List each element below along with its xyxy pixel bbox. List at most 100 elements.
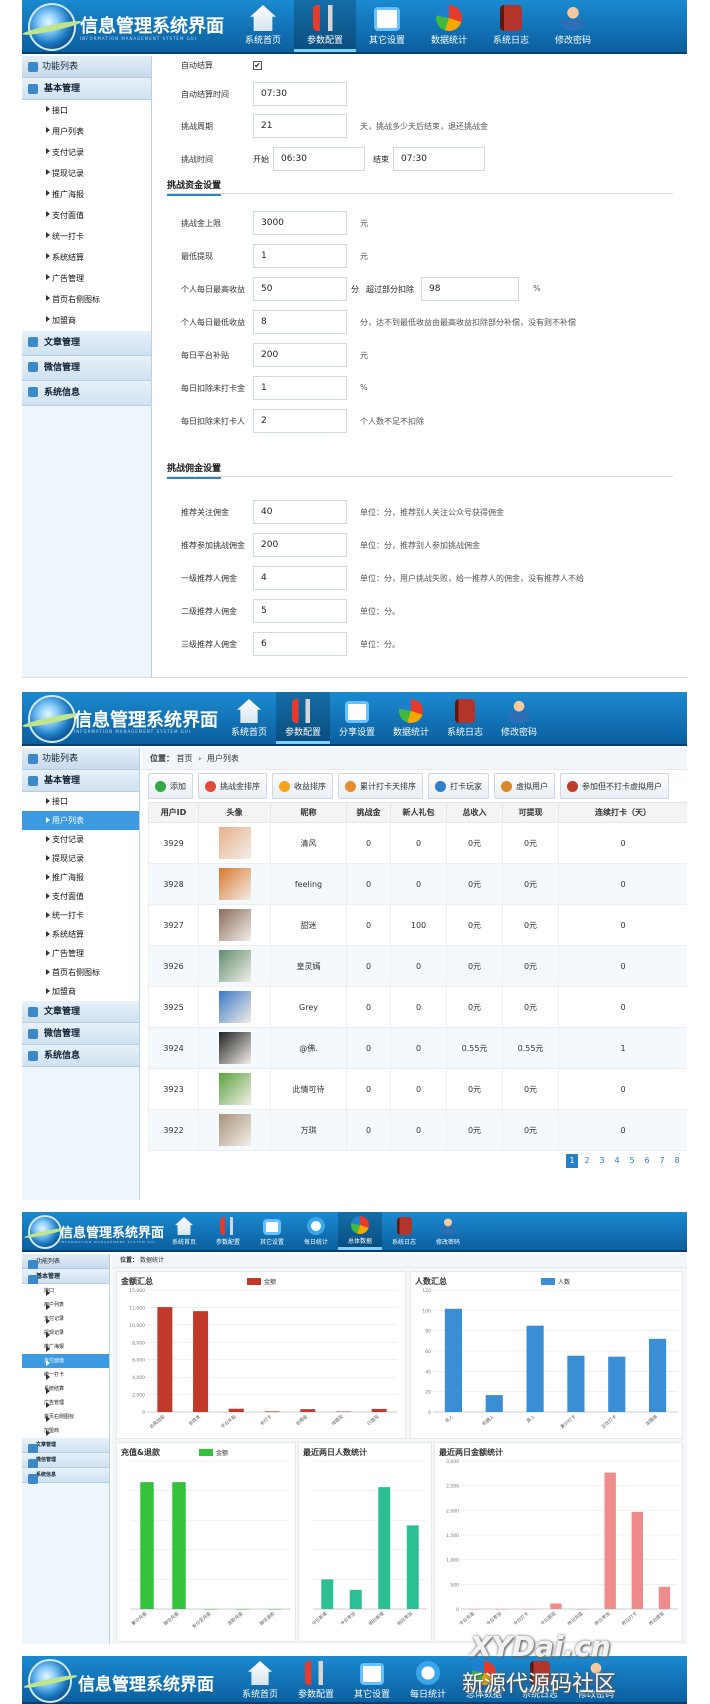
sidebar-item[interactable]: 统一打卡	[22, 226, 151, 247]
virtual-no-clock-button[interactable]: 参加但不打卡虚拟用户	[560, 773, 669, 799]
sidebar-item[interactable]: 支付记录	[22, 830, 139, 849]
avatar-image[interactable]	[218, 1114, 251, 1146]
avatar-image[interactable]	[218, 909, 251, 941]
limit-input[interactable]	[253, 211, 347, 235]
avatar-image[interactable]	[218, 868, 251, 900]
cycle-input[interactable]	[253, 114, 347, 138]
avatar-image[interactable]	[218, 991, 251, 1023]
nav-password[interactable]: 修改密码	[542, 0, 604, 52]
breadcrumb-home[interactable]: 首页	[177, 754, 193, 763]
max-daily-input[interactable]	[253, 277, 347, 301]
page-link[interactable]: 3	[596, 1154, 608, 1168]
sidebar-item[interactable]: 接口	[22, 792, 139, 811]
nav-params[interactable]: 参数配置	[206, 1212, 250, 1250]
table-row[interactable]: 3923 此情可待 0 0 0元 0元 0	[148, 1068, 687, 1110]
col-user-id[interactable]: 用户ID	[148, 802, 199, 823]
end-time-input[interactable]	[393, 147, 485, 171]
sidebar-item[interactable]: 系统结算	[22, 247, 151, 268]
sidebar-item[interactable]: 接口	[22, 1284, 109, 1298]
sidebar-item[interactable]: 首页右侧图标	[22, 289, 151, 310]
commission2-input[interactable]	[253, 533, 347, 557]
sidebar-section-articles[interactable]: 文章管理	[22, 1438, 109, 1454]
auto-settle-checkbox[interactable]: ✔	[253, 61, 262, 70]
sidebar-item[interactable]: 统一打卡	[22, 906, 139, 925]
nav-daily-stats[interactable]: 每日统计	[294, 1212, 338, 1250]
virtual-users-button[interactable]: 虚拟用户	[494, 773, 555, 799]
sidebar-item[interactable]: 加盟商	[22, 310, 151, 331]
sidebar-item[interactable]: 推广海报	[22, 868, 139, 887]
sidebar-section-sysinfo[interactable]: 系统信息	[22, 1045, 139, 1067]
nav-home[interactable]: 系统首页	[222, 692, 276, 744]
nav-stats[interactable]: 数据统计	[418, 0, 480, 52]
commission5-input[interactable]	[253, 632, 347, 656]
sort-income-button[interactable]: 收益排序	[272, 773, 333, 799]
subsidy-input[interactable]	[253, 343, 347, 367]
sidebar-item[interactable]: 系统结算	[22, 1382, 109, 1396]
clock-in-players-button[interactable]: 打卡玩家	[428, 773, 489, 799]
nav-home[interactable]: 系统首页	[162, 1212, 206, 1250]
sort-fund-button[interactable]: 挑战金排序	[198, 773, 267, 799]
nav-params[interactable]: 参数配置	[276, 692, 330, 744]
col-fund[interactable]: 挑战金	[346, 802, 391, 823]
sidebar-item[interactable]: 广告管理	[22, 944, 139, 963]
commission4-input[interactable]	[253, 599, 347, 623]
sidebar-item[interactable]: 广告管理	[22, 268, 151, 289]
nav-stats[interactable]: 数据统计	[384, 692, 438, 744]
deduct-input[interactable]	[253, 376, 347, 400]
page-link[interactable]: 4	[611, 1154, 623, 1168]
avatar-image[interactable]	[218, 1073, 251, 1105]
sidebar-section-wechat[interactable]: 微信管理	[22, 1453, 109, 1469]
min-withdraw-input[interactable]	[253, 244, 347, 268]
page-link[interactable]: 1	[566, 1154, 578, 1168]
nav-other[interactable]: 其它设置	[356, 0, 418, 52]
nav-other[interactable]: 其它设置	[344, 1656, 400, 1702]
sidebar-item[interactable]: 用户列表	[22, 1298, 109, 1312]
page-link[interactable]: 6	[641, 1154, 653, 1168]
sidebar-item[interactable]: 加盟商	[22, 1424, 109, 1438]
page-link[interactable]: 5	[626, 1154, 638, 1168]
sidebar-item[interactable]: 提现记录	[22, 163, 151, 184]
sort-days-button[interactable]: 累计打卡天排序	[338, 773, 423, 799]
sidebar-item[interactable]: 统一打卡	[22, 1368, 109, 1382]
nav-overall[interactable]: 总体数据	[338, 1212, 382, 1250]
col-income[interactable]: 总收入	[446, 802, 503, 823]
nav-password[interactable]: 修改密码	[426, 1212, 470, 1250]
over-deduct-input[interactable]	[421, 277, 519, 301]
start-time-input[interactable]	[273, 147, 365, 171]
table-row[interactable]: 3928 feeling 0 0 0元 0元 0	[148, 863, 687, 905]
commission1-input[interactable]	[253, 500, 347, 524]
commission3-input[interactable]	[253, 566, 347, 590]
sidebar-section-articles[interactable]: 文章管理	[22, 331, 151, 356]
auto-time-input[interactable]	[253, 82, 347, 106]
nav-share[interactable]: 分享设置	[330, 692, 384, 744]
table-row[interactable]: 3929 清风 0 0 0元 0元 0	[148, 822, 687, 864]
avatar-image[interactable]	[218, 827, 251, 859]
nav-log[interactable]: 系统日志	[438, 692, 492, 744]
table-row[interactable]: 3922 万琪 0 0 0元 0元 0	[148, 1109, 687, 1151]
sidebar-item[interactable]: 提现记录	[22, 849, 139, 868]
sidebar-item[interactable]: 系统结算	[22, 925, 139, 944]
page-link[interactable]: 8	[671, 1154, 683, 1168]
sidebar-item[interactable]: 用户列表	[22, 121, 151, 142]
nav-password[interactable]: 修改密码	[492, 692, 546, 744]
deduct-people-input[interactable]	[253, 409, 347, 433]
col-days[interactable]: 连续打卡（天）	[558, 802, 687, 823]
sidebar-section-wechat[interactable]: 微信管理	[22, 356, 151, 381]
sidebar-item[interactable]: 接口	[22, 100, 151, 121]
sidebar-item[interactable]: 推广海报	[22, 1340, 109, 1354]
sidebar-section-wechat[interactable]: 微信管理	[22, 1023, 139, 1045]
avatar-image[interactable]	[218, 1032, 251, 1064]
add-button[interactable]: 添加	[148, 773, 193, 799]
sidebar-item[interactable]: 推广海报	[22, 184, 151, 205]
sidebar-item[interactable]: 首页右侧图标	[22, 963, 139, 982]
sidebar-item[interactable]: 首页右侧图标	[22, 1410, 109, 1424]
sidebar-section-basic[interactable]: 基本管理	[22, 770, 139, 792]
nav-params[interactable]: 参数配置	[294, 0, 356, 52]
nav-daily-stats[interactable]: 每日统计	[400, 1656, 456, 1702]
nav-other[interactable]: 其它设置	[250, 1212, 294, 1250]
sidebar-item[interactable]: 提现记录	[22, 1326, 109, 1340]
sidebar-section-sysinfo[interactable]: 系统信息	[22, 381, 151, 406]
nav-home[interactable]: 系统首页	[232, 1656, 288, 1702]
table-row[interactable]: 3925 Grey 0 0 0元 0元 0	[148, 986, 687, 1028]
sidebar-item[interactable]: 支付记录	[22, 142, 151, 163]
